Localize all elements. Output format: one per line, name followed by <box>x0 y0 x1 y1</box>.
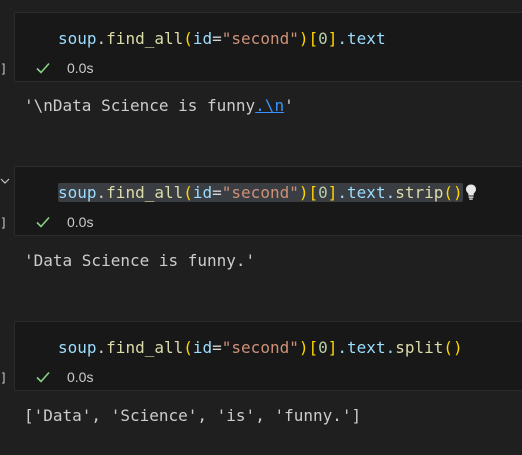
code-token: [ <box>308 29 319 48</box>
code-token: id <box>192 338 213 357</box>
code-line[interactable]: soup.find_all(id="second")[0].text <box>58 28 386 50</box>
code-token: 0 <box>318 338 328 357</box>
code-token: split <box>395 338 444 357</box>
selected-text: soup.find_all(id="second")[0].text.strip… <box>58 183 463 202</box>
code-token: () <box>443 183 463 202</box>
lightbulb-icon[interactable] <box>464 183 478 201</box>
checkmark-icon <box>36 371 50 383</box>
execution-time: 0.0s <box>67 369 94 385</box>
output-text: '\nData Science is funny <box>24 96 256 115</box>
cell-output: 'Data Science is funny.' <box>24 251 256 270</box>
code-token: id <box>192 183 213 202</box>
execution-time: 0.0s <box>67 60 94 76</box>
code-token: . <box>96 183 107 202</box>
notebook: soup.find_all(id="second")[0].text 0.0s … <box>0 0 522 455</box>
code-token: ] <box>327 29 338 48</box>
code-token: "second" <box>221 29 299 48</box>
code-token: strip <box>395 183 444 202</box>
code-line[interactable]: soup.find_all(id="second")[0].text.split… <box>58 337 463 359</box>
code-line[interactable]: soup.find_all(id="second")[0].text.strip… <box>58 182 478 204</box>
output-text: ' <box>284 96 294 115</box>
code-token: .text. <box>337 183 396 202</box>
code-token: soup <box>58 29 97 48</box>
code-token: ] <box>327 183 338 202</box>
execution-status: 0.0s <box>35 58 93 78</box>
code-cell-1[interactable]: soup.find_all(id="second")[0].text 0.0s … <box>0 0 522 130</box>
code-token: "second" <box>221 338 299 357</box>
output-link[interactable]: .\n <box>255 96 284 115</box>
code-token: find_all <box>106 338 184 357</box>
chevron-down-icon[interactable] <box>0 176 10 186</box>
code-token: = <box>212 183 222 202</box>
cell-bracket: ] <box>0 371 8 385</box>
code-token: soup <box>58 183 97 202</box>
code-token: [ <box>308 183 319 202</box>
execution-status: 0.0s <box>35 367 93 387</box>
code-cell-2[interactable]: soup.find_all(id="second")[0].text.strip… <box>0 166 522 286</box>
code-token: find_all <box>106 29 184 48</box>
code-token: [ <box>308 338 319 357</box>
code-token: = <box>212 338 222 357</box>
code-token: find_all <box>106 183 184 202</box>
checkmark-icon <box>36 216 50 228</box>
code-token: id <box>192 29 213 48</box>
code-token: .text. <box>337 338 396 357</box>
code-token: ] <box>327 338 338 357</box>
execution-time: 0.0s <box>67 214 94 230</box>
code-token: . <box>96 338 107 357</box>
code-cell-3[interactable]: soup.find_all(id="second")[0].text.split… <box>0 321 522 451</box>
execution-status: 0.0s <box>35 212 93 232</box>
code-token: () <box>443 338 463 357</box>
code-token: ( <box>183 29 193 48</box>
code-token: . <box>96 29 107 48</box>
code-token: ( <box>183 183 193 202</box>
code-token: 0 <box>318 29 328 48</box>
code-token: "second" <box>221 183 299 202</box>
code-token: .text <box>337 29 386 48</box>
code-editor[interactable]: soup.find_all(id="second")[0].text.strip… <box>14 166 522 236</box>
code-token: ( <box>183 338 193 357</box>
code-token: 0 <box>318 183 328 202</box>
cell-output: ['Data', 'Science', 'is', 'funny.'] <box>24 406 362 425</box>
code-token: soup <box>58 338 97 357</box>
code-token: = <box>212 29 222 48</box>
code-editor[interactable]: soup.find_all(id="second")[0].text.split… <box>14 321 522 391</box>
checkmark-icon <box>36 62 50 74</box>
cell-output: '\nData Science is funny.\n' <box>24 96 294 116</box>
cell-bracket: ] <box>0 62 8 76</box>
code-editor[interactable]: soup.find_all(id="second")[0].text 0.0s <box>14 12 522 82</box>
cell-bracket: ] <box>0 216 8 230</box>
